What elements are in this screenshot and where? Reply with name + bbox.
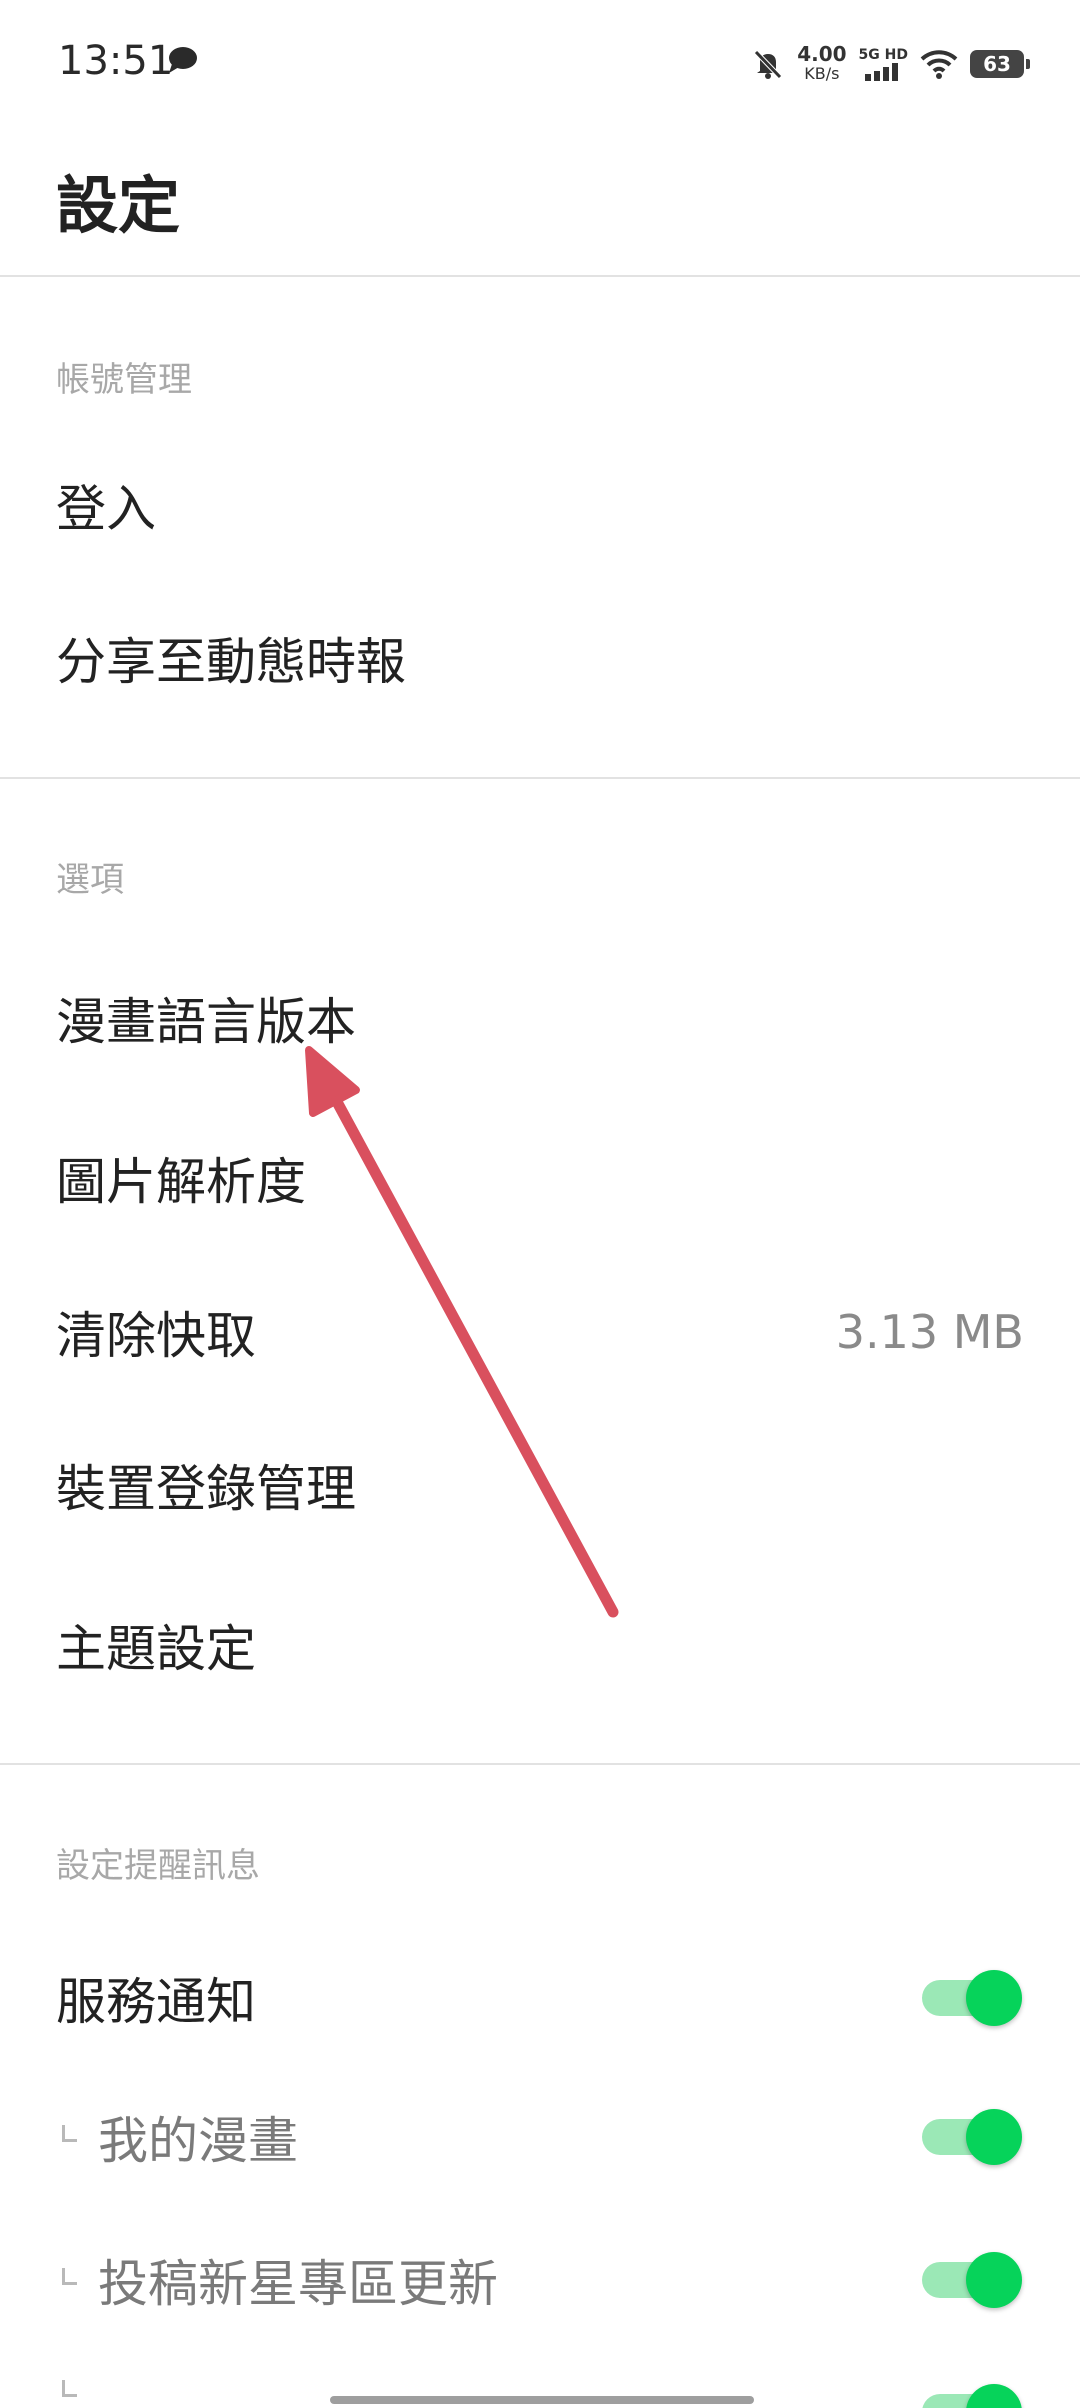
section-header-notifications: 設定提醒訊息 xyxy=(56,1846,260,1886)
toggle-knob xyxy=(966,2252,1022,2308)
notification-item-service: 服務通知 xyxy=(0,1938,1080,2058)
sub-item-mark xyxy=(62,2380,77,2397)
status-time: 13:51 xyxy=(58,38,174,84)
notification-item-my-comics: 我的漫畫 xyxy=(0,2077,1080,2197)
notification-item-new-star-updates: 投稿新星專區更新 xyxy=(0,2220,1080,2340)
bell-muted-icon xyxy=(754,50,782,79)
settings-item-label: 登入 xyxy=(56,480,156,538)
signal-label: 5G HD xyxy=(858,47,908,63)
page-title: 設定 xyxy=(56,169,181,242)
cache-size-value: 3.13 MB xyxy=(835,1305,1024,1359)
settings-item-label: 主題設定 xyxy=(56,1620,256,1678)
sub-item-mark xyxy=(62,2268,77,2285)
notification-item-label: 服務通知 xyxy=(56,1973,256,2031)
status-icons: 4.00 KB/s 5G HD 63 xyxy=(751,40,1030,88)
section-header-options: 選項 xyxy=(56,860,124,900)
settings-item-comic-language[interactable]: 漫畫語言版本 xyxy=(0,958,1080,1078)
toggle-knob xyxy=(966,2384,1022,2408)
toggle-knob xyxy=(966,1970,1022,2026)
service-notification-toggle[interactable] xyxy=(922,1970,1022,2026)
section-divider xyxy=(0,1763,1080,1765)
new-star-updates-toggle[interactable] xyxy=(922,2252,1022,2308)
section-divider xyxy=(0,777,1080,779)
navigation-handle[interactable] xyxy=(330,2396,754,2404)
network-speed-unit: KB/s xyxy=(804,64,840,83)
settings-item-label: 漫畫語言版本 xyxy=(56,993,356,1051)
network-speed: 4.00 KB/s xyxy=(797,42,847,83)
settings-item-share-timeline[interactable]: 分享至動態時報 xyxy=(0,598,1080,718)
notification-item-label: 投稿新星專區更新 xyxy=(98,2255,498,2313)
wifi-icon xyxy=(920,50,958,79)
chat-bubble-icon xyxy=(169,47,197,73)
settings-item-label: 裝置登錄管理 xyxy=(56,1460,356,1518)
settings-item-device-management[interactable]: 裝置登錄管理 xyxy=(0,1425,1080,1545)
settings-item-label: 圖片解析度 xyxy=(56,1153,306,1211)
settings-item-label: 清除快取 xyxy=(56,1307,256,1365)
partial-item-toggle[interactable] xyxy=(922,2384,1022,2408)
settings-item-theme[interactable]: 主題設定 xyxy=(0,1585,1080,1705)
cell-signal: 5G HD xyxy=(859,47,908,81)
network-speed-value: 4.00 xyxy=(797,42,847,66)
section-header-account: 帳號管理 xyxy=(56,360,192,400)
settings-item-login[interactable]: 登入 xyxy=(0,445,1080,565)
settings-item-label: 分享至動態時報 xyxy=(56,633,406,691)
battery-level: 63 xyxy=(983,52,1011,76)
my-comics-toggle[interactable] xyxy=(922,2109,1022,2165)
sub-item-mark xyxy=(62,2125,77,2142)
header-divider xyxy=(0,275,1080,277)
notification-item-label: 我的漫畫 xyxy=(98,2112,298,2170)
battery-icon: 63 xyxy=(970,50,1030,78)
settings-item-clear-cache[interactable]: 清除快取 3.13 MB xyxy=(0,1272,1080,1392)
settings-item-image-resolution[interactable]: 圖片解析度 xyxy=(0,1118,1080,1238)
status-bar: 13:51 4.00 KB/s 5G HD 63 xyxy=(0,0,1080,130)
signal-bars-icon xyxy=(865,63,899,81)
toggle-knob xyxy=(966,2109,1022,2165)
